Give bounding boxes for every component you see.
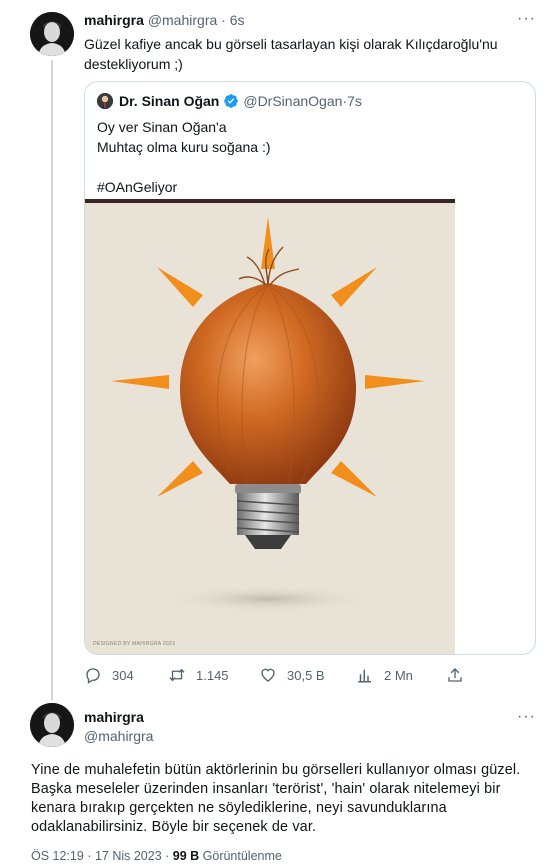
retweet-icon [169, 668, 185, 682]
image-credit: DESIGNED BY MAHIRGRA 2023 [93, 641, 176, 647]
quote-line-1: Oy ver Sinan Oğan'a [97, 119, 227, 135]
share-icon [448, 668, 462, 682]
author-name[interactable]: mahirgra [84, 709, 144, 725]
avatar[interactable] [30, 703, 74, 747]
onion-bulb-illustration [85, 203, 455, 654]
separator: · [217, 12, 230, 28]
retweet-count: 1.145 [196, 667, 229, 683]
tweet-text: Yine de muhalefetin bütün aktörlerinin b… [31, 762, 521, 835]
quote-line-2: Muhtaç olma kuru soğana :) [97, 139, 271, 155]
action-bar: 304 1.145 30,5 B 2 Mn [84, 664, 484, 686]
tweet-date[interactable]: 17 Nis 2023 [95, 849, 162, 863]
image-top-border [85, 199, 455, 203]
quote-text: Oy ver Sinan Oğan'a Muhtaç olma kuru soğ… [97, 117, 517, 197]
views-count: 2 Mn [384, 667, 413, 683]
reply-icon [86, 668, 100, 684]
share-button[interactable] [446, 664, 474, 686]
quote-header: Dr. Sinan Oğan @DrSinanOgan · 7s [97, 93, 362, 109]
verified-badge-icon [223, 93, 239, 109]
like-button[interactable]: 30,5 B [259, 664, 325, 686]
views-button[interactable]: 2 Mn [356, 664, 413, 686]
separator: · [161, 849, 173, 863]
avatar[interactable] [30, 12, 74, 56]
quote-avatar [97, 93, 113, 109]
analytics-icon [358, 669, 371, 683]
quote-author-handle: @DrSinanOgan [243, 93, 343, 109]
main-tweet: mahirgra @mahirgra ··· Yine de muhalefet… [0, 700, 550, 867]
timestamp[interactable]: 6s [230, 12, 245, 28]
views-label: Görüntülenme [199, 849, 282, 863]
quote-author-name: Dr. Sinan Oğan [119, 93, 220, 109]
tweet-meta: ÖS 12:19 · 17 Nis 2023 · 99 B Görüntülen… [31, 849, 282, 863]
heart-icon [261, 668, 275, 682]
more-options-icon[interactable]: ··· [517, 10, 536, 28]
more-options-icon[interactable]: ··· [517, 708, 536, 726]
quote-timestamp: 7s [347, 93, 362, 109]
author-handle[interactable]: @mahirgra [148, 12, 217, 28]
hashtag-link[interactable]: #OAnGeliyor [97, 179, 177, 195]
thread-line [51, 60, 53, 700]
like-count: 30,5 B [287, 667, 325, 683]
author-name[interactable]: mahirgra [84, 12, 144, 28]
reply-count: 304 [112, 667, 134, 683]
tweet-time[interactable]: ÖS 12:19 [31, 849, 84, 863]
retweet-button[interactable]: 1.145 [168, 664, 229, 686]
separator: · [83, 849, 95, 863]
view-count: 99 B [172, 849, 200, 863]
quote-image[interactable]: DESIGNED BY MAHIRGRA 2023 [85, 199, 455, 654]
quoted-tweet[interactable]: Dr. Sinan Oğan @DrSinanOgan · 7s Oy ver … [84, 81, 536, 655]
parent-tweet: mahirgra @mahirgra · 6s ··· Güzel kafiye… [0, 0, 550, 700]
tweet-header: mahirgra @mahirgra · 6s [84, 12, 245, 28]
tweet-text: Güzel kafiye ancak bu görseli tasarlayan… [84, 36, 498, 72]
author-handle[interactable]: @mahirgra [84, 728, 153, 744]
reply-button[interactable]: 304 [84, 664, 134, 686]
